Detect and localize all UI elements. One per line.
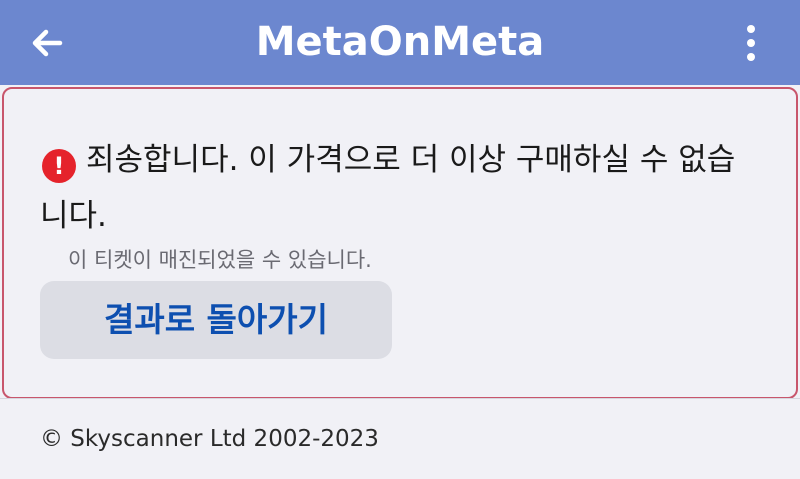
- back-button[interactable]: [22, 18, 72, 68]
- page-title: MetaOnMeta: [255, 19, 545, 65]
- error-detail: 이 티켓이 매진되었을 수 있습니다.: [68, 248, 372, 272]
- error-message-text: 죄송합니다. 이 가격으로 더 이상 구매하실 수 없습니다.: [40, 142, 736, 234]
- more-vertical-icon: [747, 25, 755, 33]
- error-message: ! 죄송합니다. 이 가격으로 더 이상 구매하실 수 없습니다.: [40, 132, 760, 244]
- error-circle-icon: !: [42, 149, 76, 183]
- return-to-results-button[interactable]: 결과로 돌아가기: [40, 281, 392, 359]
- more-options-button[interactable]: [728, 18, 774, 68]
- divider: [0, 398, 800, 399]
- arrow-left-icon: [32, 29, 63, 57]
- top-app-bar: MetaOnMeta: [0, 0, 800, 85]
- copyright-footer: © Skyscanner Ltd 2002-2023: [40, 426, 379, 452]
